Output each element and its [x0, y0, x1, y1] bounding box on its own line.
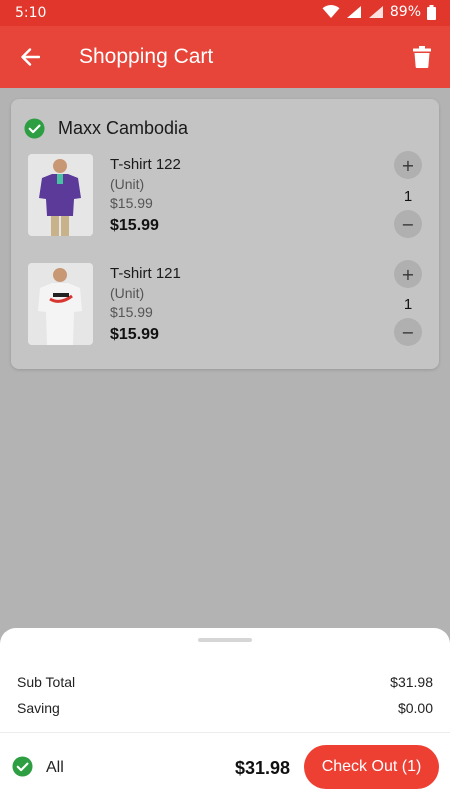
- signal-icon: [346, 6, 361, 18]
- saving-label: Saving: [17, 700, 60, 716]
- divider: [0, 732, 450, 733]
- cart-item: T-shirt 121 (Unit) $15.99 $15.99 + 1 −: [11, 260, 439, 353]
- quantity-decrease-button[interactable]: −: [394, 210, 422, 238]
- store-name: Maxx Cambodia: [58, 118, 189, 138]
- quantity-value: 1: [403, 188, 413, 205]
- trash-icon: [413, 46, 431, 68]
- quantity-value: 1: [403, 296, 413, 313]
- status-bar: 5:10 89%: [0, 0, 450, 26]
- status-time: 5:10: [15, 5, 47, 21]
- back-button[interactable]: [14, 42, 46, 72]
- item-unit: (Unit): [110, 285, 145, 301]
- item-price: $15.99: [110, 326, 159, 343]
- store-check-icon[interactable]: [24, 118, 45, 139]
- product-image[interactable]: [28, 263, 93, 345]
- store-cart-card: Maxx Cambodia T-shirt 122 (Unit) $15.99 …: [11, 99, 439, 369]
- battery-percent: 89%: [389, 4, 421, 20]
- page-title: Shopping Cart: [79, 45, 214, 68]
- quantity-increase-button[interactable]: +: [394, 151, 422, 179]
- arrow-left-icon: [21, 48, 40, 66]
- status-icons: 89%: [322, 4, 436, 20]
- subtotal-label: Sub Total: [17, 674, 76, 690]
- total-amount: $31.98: [235, 758, 291, 778]
- item-unit: (Unit): [110, 176, 145, 192]
- delete-button[interactable]: [408, 43, 436, 71]
- quantity-increase-button[interactable]: +: [394, 260, 422, 288]
- battery-icon: [427, 4, 436, 20]
- wifi-icon: [322, 5, 340, 18]
- cart-item: T-shirt 122 (Unit) $15.99 $15.99 + 1 −: [11, 151, 439, 244]
- item-original-price: $15.99: [110, 195, 153, 211]
- saving-value: $0.00: [397, 700, 433, 716]
- item-price: $15.99: [110, 217, 159, 234]
- item-original-price: $15.99: [110, 304, 153, 320]
- subtotal-value: $31.98: [390, 674, 433, 690]
- sheet-drag-handle[interactable]: [198, 638, 252, 642]
- product-photo-polo: [28, 154, 93, 236]
- product-image[interactable]: [28, 154, 93, 236]
- select-all-check-icon[interactable]: [12, 756, 33, 777]
- app-bar: Shopping Cart: [0, 26, 450, 88]
- product-photo-tshirt: [28, 263, 93, 345]
- item-name[interactable]: T-shirt 121: [110, 265, 181, 282]
- select-all-label[interactable]: All: [46, 759, 64, 777]
- signal-icon-2: [368, 6, 383, 18]
- checkout-sheet: Sub Total $31.98 Saving $0.00 All $31.98…: [0, 628, 450, 800]
- checkout-button[interactable]: Check Out (1): [304, 745, 439, 789]
- quantity-decrease-button[interactable]: −: [394, 318, 422, 346]
- item-name[interactable]: T-shirt 122: [110, 156, 181, 173]
